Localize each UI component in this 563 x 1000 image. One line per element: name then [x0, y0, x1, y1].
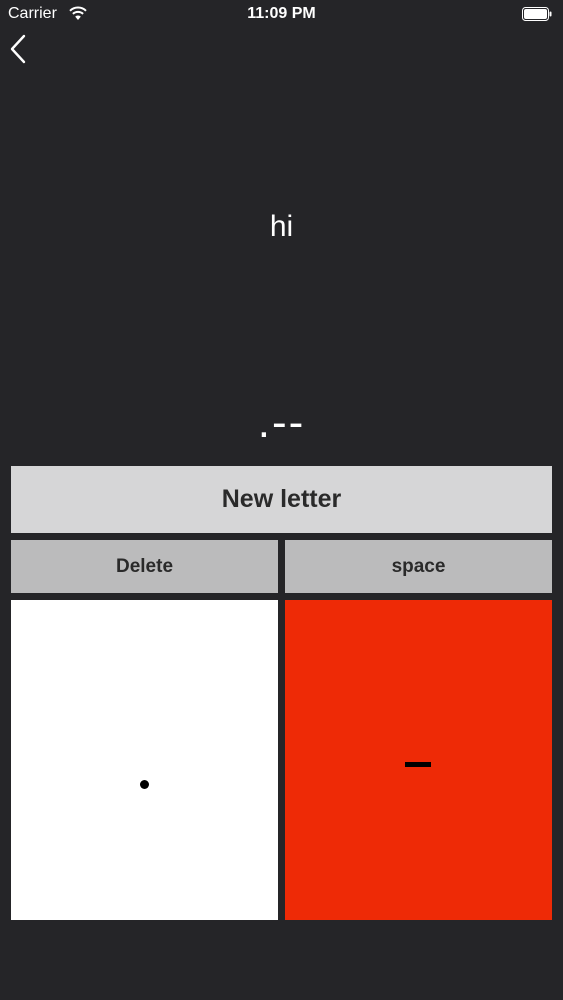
- status-time: 11:09 PM: [247, 5, 316, 22]
- delete-button[interactable]: Delete: [11, 540, 278, 593]
- new-letter-label: New letter: [221, 485, 342, 513]
- battery-icon: [522, 7, 552, 22]
- dash-button[interactable]: [285, 600, 552, 920]
- dot-button[interactable]: [11, 600, 278, 920]
- delete-label: Delete: [115, 555, 174, 577]
- status-bar: Carrier 11:09 PM: [0, 0, 563, 30]
- dash-icon: [405, 762, 431, 767]
- back-button[interactable]: [4, 32, 34, 66]
- space-label: space: [391, 555, 446, 577]
- new-letter-button[interactable]: New letter: [11, 466, 552, 533]
- space-button[interactable]: space: [285, 540, 552, 593]
- current-morse-sequence: .--: [257, 398, 306, 447]
- decoded-text: hi: [269, 210, 294, 243]
- dot-icon: [140, 780, 149, 789]
